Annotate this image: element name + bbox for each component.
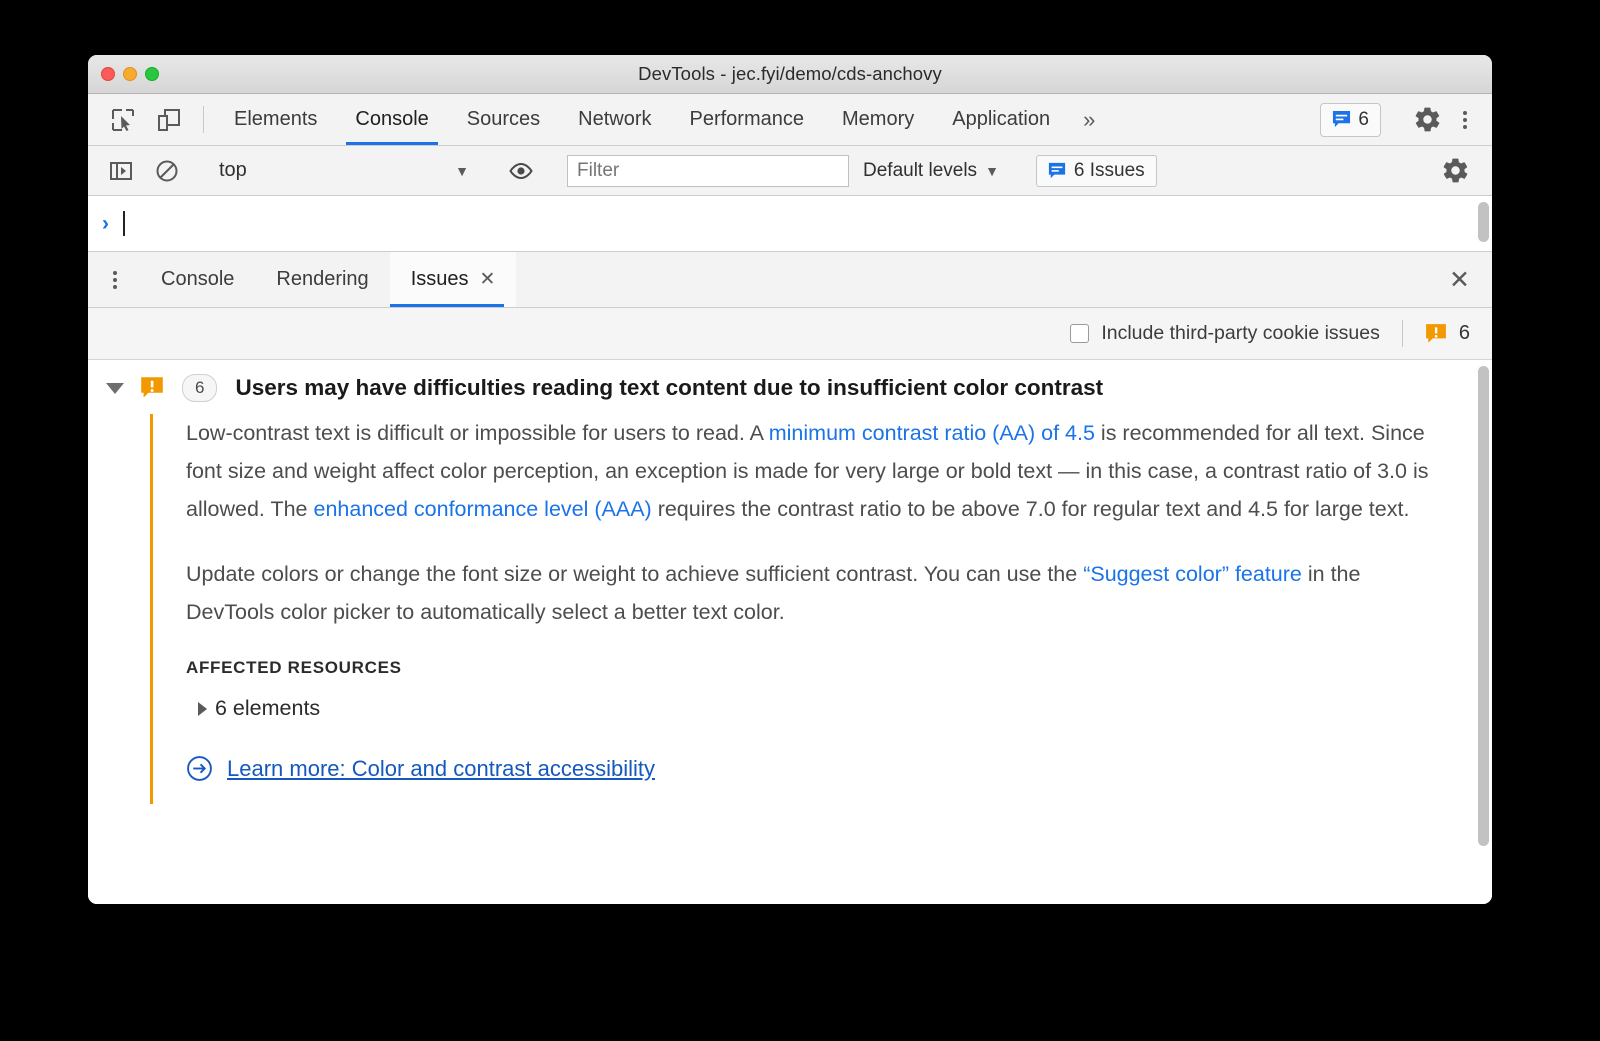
affected-resources-label: AFFECTED RESOURCES (186, 658, 402, 677)
issue-paragraph-1: Low-contrast text is difficult or imposs… (186, 414, 1446, 528)
clear-console-icon[interactable] (144, 158, 190, 184)
warning-count: 6 (1458, 322, 1470, 344)
issue-bubble-icon (1332, 110, 1351, 129)
issues-button-label: 6 Issues (1073, 159, 1145, 181)
kebab-menu-icon[interactable] (1450, 105, 1480, 135)
console-sidebar-icon[interactable] (98, 158, 144, 184)
drawer-tab-label: Rendering (276, 268, 369, 290)
tab-label: Memory (842, 108, 915, 130)
panel-tabs: Elements Console Sources Network Perform… (215, 94, 1109, 145)
affected-resources-count-label: 6 elements (215, 696, 321, 720)
issue-accent-bar (150, 414, 153, 804)
close-tab-icon[interactable]: ✕ (480, 268, 496, 291)
arrow-circle-right-icon (186, 755, 213, 782)
drawer-tab-rendering[interactable]: Rendering (255, 252, 389, 307)
close-drawer-icon[interactable]: ✕ (1449, 265, 1470, 295)
issues-count-chip[interactable]: 6 (1320, 102, 1381, 137)
chevron-down-icon: ▼ (455, 162, 469, 179)
chevron-down-icon: ▼ (985, 162, 999, 179)
drawer-tab-bar: Console Rendering Issues ✕ ✕ (88, 252, 1492, 308)
issues-body: 6 Users may have difficulties reading te… (88, 360, 1492, 904)
console-toolbar-right (1409, 156, 1492, 185)
tab-label: Performance (689, 108, 805, 130)
learn-more-link[interactable]: Learn more: Color and contrast accessibi… (227, 756, 655, 782)
gear-icon[interactable] (1432, 156, 1478, 185)
tab-label: Application (952, 108, 1051, 130)
paragraph-1-text-part-3: requires the contrast ratio to be above … (651, 497, 1410, 521)
paragraph-1-text-part-1: Low-contrast text is difficult or imposs… (186, 421, 769, 445)
third-party-cookie-label: Include third-party cookie issues (1101, 322, 1380, 344)
issue-paragraph-2: Update colors or change the font size or… (186, 555, 1446, 631)
paragraph-2-text-part-1: Update colors or change the font size or… (186, 562, 1084, 586)
minimum-contrast-ratio-link[interactable]: minimum contrast ratio (AA) of 4.5 (769, 421, 1095, 445)
window-title: DevTools - jec.fyi/demo/cds-anchovy (638, 63, 942, 84)
tab-console[interactable]: Console (336, 94, 447, 145)
device-toolbar-icon[interactable] (146, 94, 192, 145)
issue-details: Low-contrast text is difficult or imposs… (150, 414, 1492, 804)
drawer-tab-issues[interactable]: Issues ✕ (389, 252, 517, 307)
issue-bubble-icon (1048, 162, 1066, 180)
tab-elements[interactable]: Elements (215, 94, 336, 145)
inspect-element-icon[interactable] (100, 94, 146, 145)
tab-label: Network (578, 108, 652, 130)
devtools-window: DevTools - jec.fyi/demo/cds-anchovy Elem… (88, 55, 1492, 904)
issue-title: Users may have difficulties reading text… (235, 375, 1104, 400)
filter-divider (1401, 320, 1403, 347)
tab-network[interactable]: Network (559, 94, 670, 145)
execution-context-value: top (219, 159, 247, 181)
issues-scrollbar-thumb[interactable] (1478, 366, 1489, 846)
chevron-down-icon[interactable] (106, 382, 124, 394)
issue-header-row[interactable]: 6 Users may have difficulties reading te… (88, 360, 1492, 414)
main-toolbar-right: 6 (1320, 94, 1492, 145)
live-expression-eye-icon[interactable] (498, 157, 544, 185)
tab-label: Elements (234, 108, 318, 130)
issues-filter-bar: Include third-party cookie issues 6 (88, 308, 1492, 360)
affected-resources-item[interactable]: 6 elements (198, 696, 1452, 721)
third-party-cookie-checkbox-row[interactable]: Include third-party cookie issues (1070, 322, 1380, 345)
drawer-tab-label: Console (161, 268, 235, 290)
warning-count-group: 6 (1425, 322, 1470, 345)
console-toolbar: top ▼ Default levels ▼ 6 Issu (88, 146, 1492, 196)
log-levels-label: Default levels (863, 159, 978, 181)
console-prompt-row[interactable]: › (88, 196, 1492, 252)
drawer-tab-right: ✕ (1449, 252, 1492, 307)
toolbar-divider (203, 106, 204, 133)
issues-count: 6 (1358, 108, 1369, 130)
suggest-color-feature-link[interactable]: “Suggest color” feature (1083, 562, 1302, 586)
tab-memory[interactable]: Memory (823, 94, 933, 145)
tab-performance[interactable]: Performance (671, 94, 824, 145)
chevron-double-right-icon: » (1083, 106, 1096, 132)
warning-bubble-icon (140, 376, 164, 400)
drawer-tab-label: Issues (410, 268, 469, 290)
kebab-menu-icon[interactable] (100, 265, 130, 295)
tab-sources[interactable]: Sources (448, 94, 559, 145)
console-scrollbar-thumb[interactable] (1478, 202, 1489, 242)
enhanced-conformance-link[interactable]: enhanced conformance level (AAA) (314, 497, 652, 521)
third-party-cookie-checkbox[interactable] (1070, 324, 1090, 343)
tab-application[interactable]: Application (933, 94, 1069, 145)
title-bar: DevTools - jec.fyi/demo/cds-anchovy (88, 55, 1492, 94)
prompt-chevron-icon: › (102, 211, 109, 235)
main-tab-bar: Elements Console Sources Network Perform… (88, 94, 1492, 146)
log-levels-select[interactable]: Default levels ▼ (849, 160, 1013, 182)
execution-context-select[interactable]: top ▼ (213, 159, 475, 182)
tab-label: Console (355, 108, 429, 130)
text-cursor (123, 211, 125, 236)
chevron-right-icon[interactable] (198, 701, 207, 716)
issue-count-pill: 6 (182, 374, 218, 402)
gear-icon[interactable] (1404, 105, 1450, 134)
more-tabs-button[interactable]: » (1069, 94, 1109, 145)
warning-bubble-icon (1425, 323, 1447, 345)
drawer-tab-console[interactable]: Console (140, 252, 255, 307)
learn-more-row[interactable]: Learn more: Color and contrast accessibi… (186, 755, 1452, 782)
filter-input[interactable] (567, 154, 849, 187)
issues-button[interactable]: 6 Issues (1035, 154, 1157, 187)
tab-label: Sources (466, 108, 541, 130)
